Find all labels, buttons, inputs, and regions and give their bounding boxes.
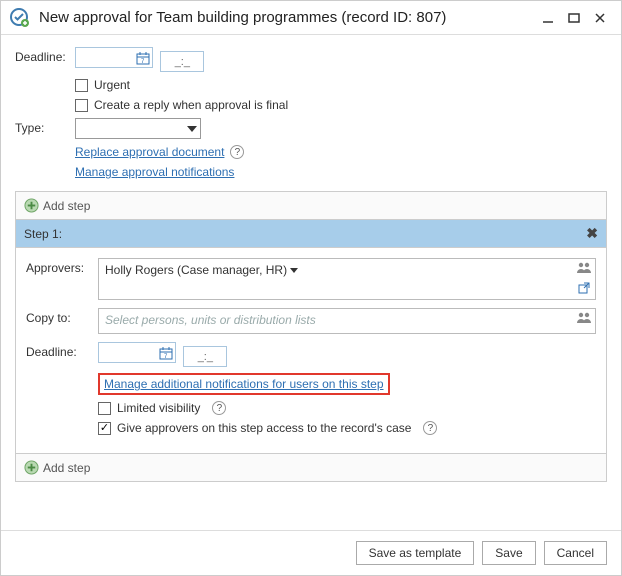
limited-visibility-checkbox[interactable] [98, 402, 111, 415]
approvers-row: Approvers: Holly Rogers (Case manager, H… [26, 258, 596, 300]
minimize-button[interactable] [535, 5, 561, 31]
step-header: Step 1: ✖ [16, 219, 606, 248]
add-step-bottom[interactable]: Add step [16, 453, 606, 481]
help-icon[interactable]: ? [423, 421, 437, 435]
dialog-footer: Save as template Save Cancel [1, 530, 621, 575]
save-button[interactable]: Save [482, 541, 535, 565]
approvers-label: Approvers: [26, 258, 98, 275]
step-title: Step 1: [24, 227, 62, 241]
maximize-button[interactable] [561, 5, 587, 31]
copy-to-label: Copy to: [26, 308, 98, 325]
close-window-button[interactable] [587, 5, 613, 31]
create-reply-label: Create a reply when approval is final [94, 98, 288, 112]
step-deadline-row: Deadline: 7 _:_ [26, 342, 596, 435]
help-icon[interactable]: ? [212, 401, 226, 415]
step-deadline-label: Deadline: [26, 342, 98, 359]
plus-circle-icon [24, 198, 39, 213]
chevron-down-icon [290, 268, 298, 273]
deadline-time-input[interactable]: _:_ [160, 51, 204, 72]
people-picker-icon[interactable] [577, 262, 591, 276]
dialog-body: Deadline: 7 _:_ Urgent [1, 35, 621, 530]
remove-step-icon[interactable]: ✖ [586, 225, 598, 242]
popout-icon[interactable] [578, 282, 590, 297]
approval-app-icon [9, 7, 31, 29]
give-access-checkbox[interactable] [98, 422, 111, 435]
add-step-bottom-label: Add step [43, 461, 90, 475]
calendar-icon: 7 [136, 51, 150, 65]
copy-to-placeholder: Select persons, units or distribution li… [105, 313, 316, 327]
deadline-label: Deadline: [15, 47, 75, 64]
create-reply-checkbox[interactable] [75, 99, 88, 112]
dialog-window: New approval for Team building programme… [0, 0, 622, 576]
add-step-top[interactable]: Add step [16, 192, 606, 219]
step-body: Approvers: Holly Rogers (Case manager, H… [16, 248, 606, 453]
cancel-button[interactable]: Cancel [544, 541, 607, 565]
manage-notifications-link[interactable]: Manage approval notifications [75, 165, 234, 179]
limited-visibility-label: Limited visibility [117, 401, 200, 415]
manage-step-notifications-link[interactable]: Manage additional notifications for user… [104, 377, 384, 391]
people-picker-icon[interactable] [577, 312, 591, 326]
approvers-input[interactable]: Holly Rogers (Case manager, HR) [98, 258, 596, 300]
window-title: New approval for Team building programme… [39, 9, 535, 26]
type-row: Type: Replace approval document ? Manage… [15, 118, 607, 179]
plus-circle-icon [24, 460, 39, 475]
deadline-date-input[interactable]: 7 [75, 47, 153, 68]
titlebar: New approval for Team building programme… [1, 1, 621, 35]
approver-chip[interactable]: Holly Rogers (Case manager, HR) [105, 263, 298, 277]
save-as-template-button[interactable]: Save as template [356, 541, 475, 565]
urgent-label: Urgent [94, 78, 130, 92]
calendar-icon: 7 [159, 346, 173, 360]
type-label: Type: [15, 118, 75, 135]
copy-to-row: Copy to: Select persons, units or distri… [26, 308, 596, 334]
replace-document-link[interactable]: Replace approval document [75, 145, 224, 159]
chevron-down-icon [187, 126, 197, 132]
deadline-row: Deadline: 7 _:_ Urgent [15, 47, 607, 112]
type-select[interactable] [75, 118, 201, 139]
step-deadline-date-input[interactable]: 7 [98, 342, 176, 363]
step-deadline-time-input[interactable]: _:_ [183, 346, 227, 367]
urgent-checkbox[interactable] [75, 79, 88, 92]
highlighted-link: Manage additional notifications for user… [98, 373, 390, 395]
help-icon[interactable]: ? [230, 145, 244, 159]
steps-container: Add step Step 1: ✖ Approvers: Holly Roge… [15, 191, 607, 482]
give-access-label: Give approvers on this step access to th… [117, 421, 411, 435]
add-step-top-label: Add step [43, 199, 90, 213]
copy-to-input[interactable]: Select persons, units or distribution li… [98, 308, 596, 334]
